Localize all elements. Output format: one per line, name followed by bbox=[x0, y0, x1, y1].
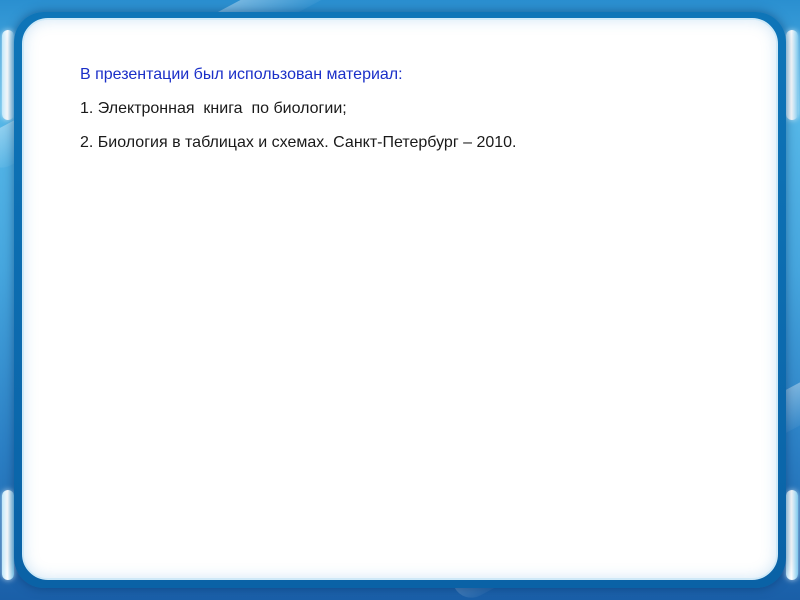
left-bottom-edge-bar bbox=[2, 490, 14, 580]
left-top-edge-bar bbox=[2, 30, 14, 120]
right-bottom-edge-bar bbox=[786, 490, 798, 580]
source-item-2: 2. Биология в таблицах и схемах. Санкт-П… bbox=[80, 134, 517, 151]
source-item-1: 1. Электронная книга по биологии; bbox=[80, 100, 347, 117]
right-top-edge-bar bbox=[786, 30, 798, 120]
slide-content: В презентации был использован материал: … bbox=[80, 64, 760, 166]
sources-heading: В презентации был использован материал: bbox=[80, 66, 403, 83]
